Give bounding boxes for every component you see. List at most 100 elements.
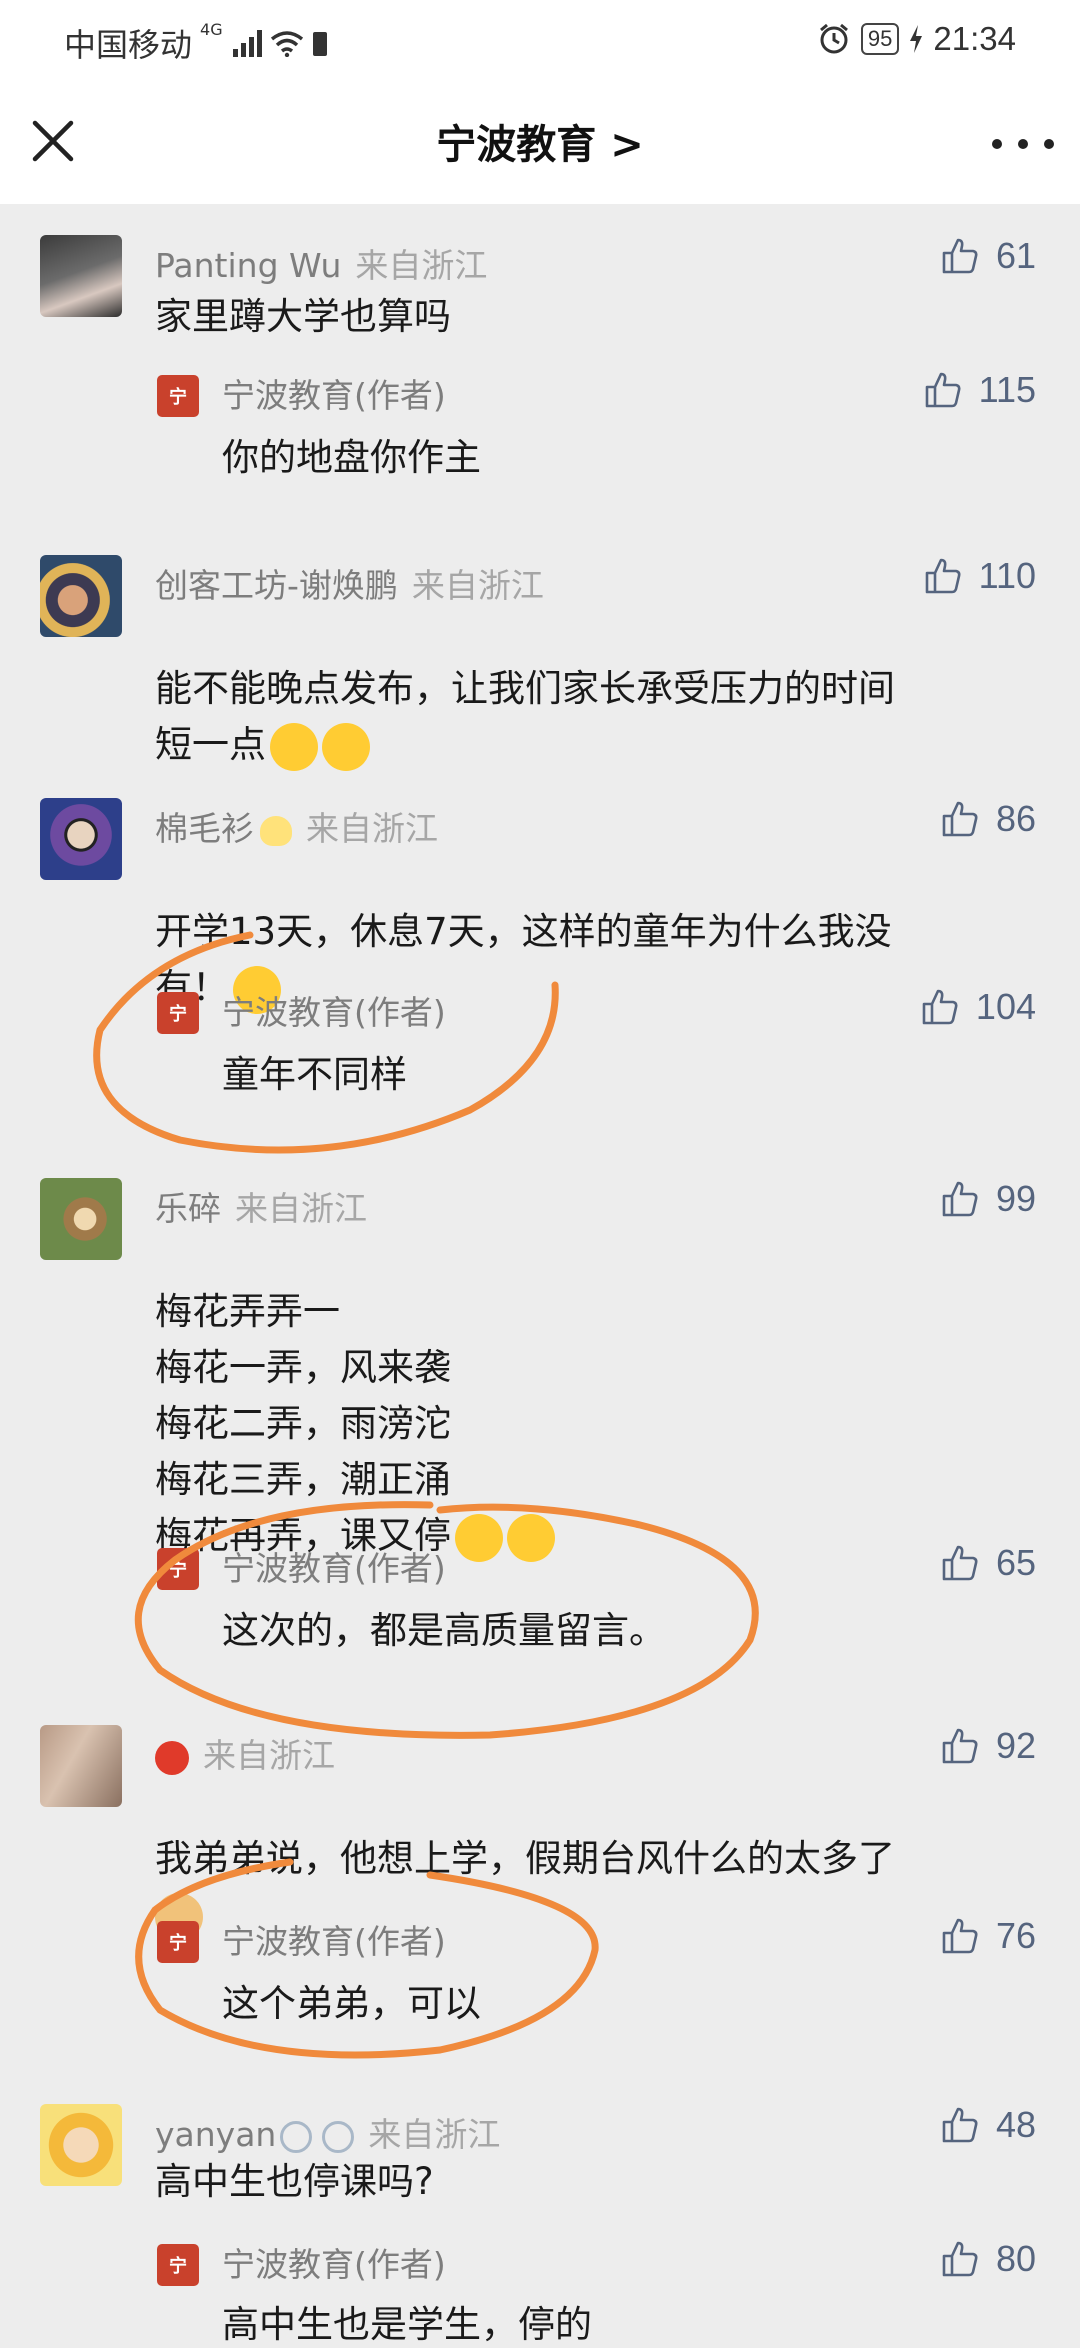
account-title-link[interactable]: 宁波教育 > [0,112,1080,170]
reply-author: 宁波教育(作者) [222,993,446,1032]
like-button[interactable]: 48 [940,2104,1036,2146]
thumbs-up-icon [942,801,978,837]
like-button[interactable]: 110 [923,555,1036,597]
wifi-icon [270,31,303,57]
avatar[interactable] [40,798,122,880]
like-count: 86 [995,798,1036,839]
comment-author-line: 创客工坊-谢焕鹏 来自浙江 [155,559,544,607]
thumbs-up-icon [942,1728,978,1764]
status-bar: 中国移动 4G 95 21:34 [0,0,1080,82]
crying-laughing-emoji-icon [270,722,318,771]
reply-author: 宁波教育(作者) [222,1922,446,1961]
comment-text: 高中生也停课吗? [155,2160,434,2203]
comment-text-body: 梅花弄弄一 梅花一弄，风来袭 梅花二弄，雨滂沱 梅花三弄，潮正涌 梅花再弄，课又… [155,1290,451,1557]
status-left: 中国移动 4G [64,20,328,66]
sim-icon [312,32,327,56]
like-count: 61 [995,235,1036,276]
top-nav-bar: 宁波教育 > [0,82,1080,204]
reply-author: 宁波教育(作者) [222,2245,446,2284]
comment-location: 来自浙江 [355,246,488,285]
reply-like-button[interactable]: 80 [940,2238,1036,2280]
avatar[interactable] [40,1725,122,1807]
comment-text: 家里蹲大学也算吗 [155,295,451,338]
like-button[interactable]: 99 [940,1178,1036,1220]
more-dot [992,139,1002,149]
chick-emoji-icon [260,815,292,846]
alarm-icon [819,23,848,54]
thumbs-up-icon [942,2107,978,2143]
thumbs-up-icon [942,1918,978,1954]
comment-author[interactable]: yanyan [155,2115,276,2154]
comment-location: 来自浙江 [411,566,544,605]
signal-icon [232,29,262,57]
thumbs-up-icon [942,1545,978,1581]
like-count: 65 [995,1542,1036,1583]
like-count: 110 [978,555,1036,596]
ring-emoji-icon [280,2120,313,2153]
more-dot [1018,139,1028,149]
apple-emoji-icon [155,1740,189,1775]
like-button[interactable]: 92 [940,1725,1036,1767]
comment-author[interactable]: 创客工坊-谢焕鹏 [155,566,398,605]
comment-text-body: 能不能晚点发布，让我们家长承受压力的时间 短一点 [155,667,895,766]
reply-text: 这次的，都是高质量留言。 [222,1609,666,1652]
thumbs-up-icon [942,1181,978,1217]
comment-location: 来自浙江 [203,1736,335,1775]
crying-laughing-emoji-icon [455,1513,503,1562]
annotation-overlay [93,931,759,2059]
reply-like-button[interactable]: 115 [923,369,1036,411]
author-avatar: 宁 [157,375,199,417]
more-dot [1044,139,1054,149]
status-right: 95 21:34 [817,20,1016,58]
comment-author[interactable]: 棉毛衫 [155,809,254,848]
reply-like-button[interactable]: 65 [940,1542,1036,1584]
comment-author-line: 棉毛衫 来自浙江 [155,802,438,850]
like-count: 104 [975,986,1036,1027]
crying-laughing-emoji-icon [507,1513,555,1562]
like-count: 80 [995,2238,1036,2279]
carrier-name: 中国移动 [64,26,193,64]
thumbs-up-icon [942,2241,978,2277]
thumbs-up-icon [925,372,961,408]
author-avatar: 宁 [157,2244,199,2286]
author-avatar: 宁 [157,1548,199,1590]
like-button[interactable]: 86 [940,798,1036,840]
thumbs-up-icon [922,989,958,1025]
like-count: 92 [995,1725,1036,1766]
comment-author[interactable]: Panting Wu [155,246,341,285]
like-button[interactable]: 61 [940,235,1036,277]
comment-text: 能不能晚点发布，让我们家长承受压力的时间 短一点 [155,605,1015,773]
ring-emoji-icon [322,2120,355,2153]
author-avatar: 宁 [157,992,199,1034]
like-count: 76 [995,1915,1036,1956]
comment-author-line: Panting Wu 来自浙江 [155,239,487,287]
more-options-button[interactable] [992,124,1054,164]
comment-location: 来自浙江 [368,2115,501,2154]
like-count: 115 [978,369,1036,410]
reply-author: 宁波教育(作者) [222,1549,446,1588]
charging-icon [910,25,923,53]
comment-text-body: 我弟弟说，他想上学，假期台风什么的太多了 [155,1837,895,1880]
avatar[interactable] [40,1178,122,1260]
comment-author[interactable]: 乐碎 [155,1189,221,1228]
reply-text: 你的地盘你作主 [222,436,481,479]
battery-level: 95 [860,23,900,55]
thumbs-up-icon [942,238,978,274]
avatar[interactable] [40,2104,122,2186]
crying-laughing-emoji-icon [322,722,370,771]
reply-like-button[interactable]: 104 [920,986,1036,1028]
comment-location: 来自浙江 [235,1189,367,1228]
thumbs-up-icon [925,558,961,594]
reply-author: 宁波教育(作者) [222,376,446,415]
avatar[interactable] [40,235,122,317]
avatar[interactable] [40,555,122,637]
network-type: 4G [200,20,223,39]
comment-author-line: 乐碎 来自浙江 [155,1182,367,1230]
clock-time: 21:34 [933,20,1016,57]
reply-text: 童年不同样 [222,1053,407,1096]
comment-text: 梅花弄弄一 梅花一弄，风来袭 梅花二弄，雨滂沱 梅花三弄，潮正涌 梅花再弄，课又… [155,1228,1015,1564]
author-avatar: 宁 [157,1921,199,1963]
reply-text: 这个弟弟，可以 [222,1982,481,2025]
reply-like-button[interactable]: 76 [940,1915,1036,1957]
like-count: 48 [995,2104,1036,2145]
